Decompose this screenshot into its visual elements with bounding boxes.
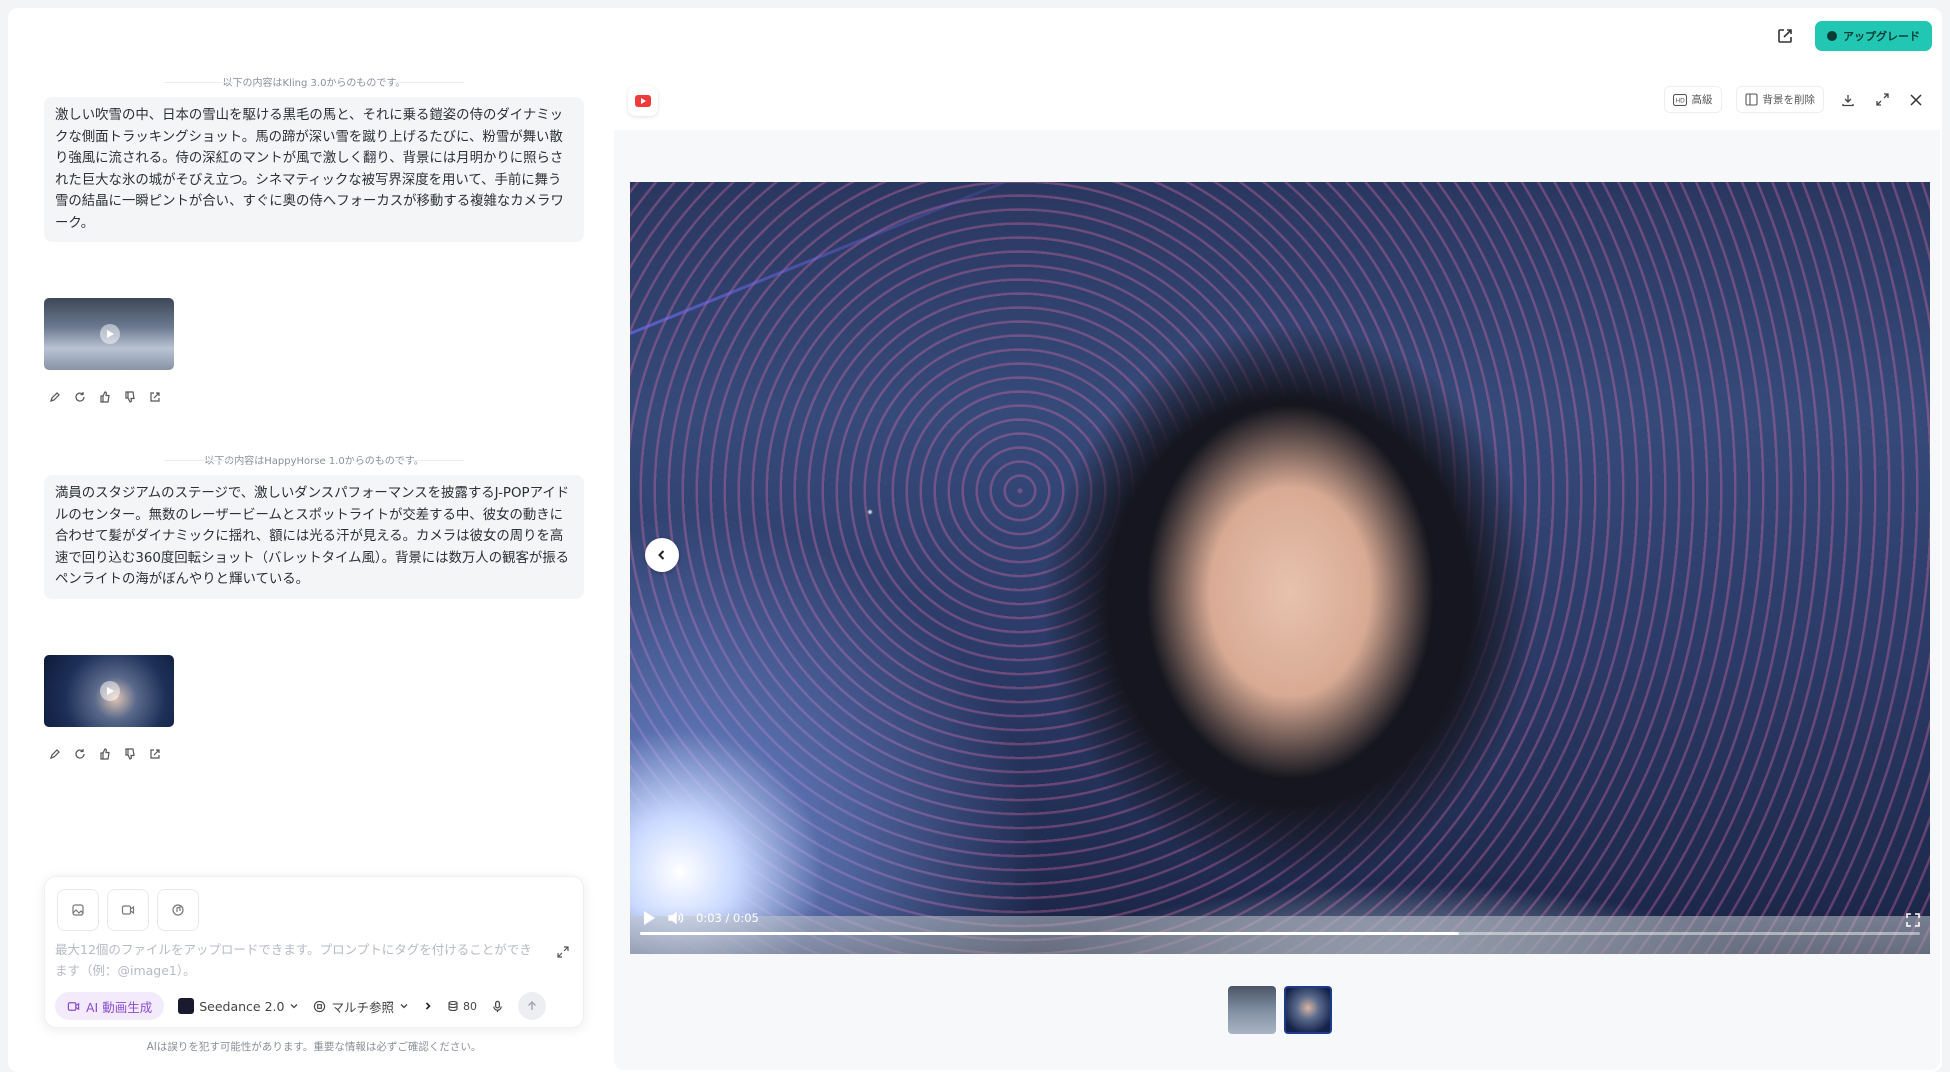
message-source: 以下の内容はHappyHorse 1.0からのものです。	[44, 452, 584, 467]
upgrade-label: アップグレード	[1843, 30, 1920, 43]
model-selector[interactable]: Seedance 2.0	[178, 998, 299, 1014]
microphone-button[interactable]	[491, 1000, 504, 1013]
controls-left: 0:03 / 0:05	[642, 910, 759, 926]
model-label: Seedance 2.0	[199, 998, 285, 1014]
seedance-logo-icon	[178, 998, 195, 1014]
play-icon	[100, 324, 120, 344]
prompt-text: 満員のスタジアムのステージで、激しいダンスパフォーマンスを披露するJ-POPアイ…	[44, 475, 584, 599]
video-thumbnail[interactable]	[44, 298, 174, 370]
video-viewer: HD 高級 背景を削除 0:03 / 0:05	[614, 72, 1940, 1070]
refresh-icon[interactable]	[73, 390, 87, 404]
upgrade-button[interactable]: アップグレード	[1815, 21, 1932, 51]
viewer-tools: HD 高級 背景を削除	[1663, 86, 1927, 113]
top-bar: アップグレード	[1769, 20, 1932, 52]
credits-indicator: 80	[447, 1000, 477, 1013]
prompt-text: 激しい吹雪の中、日本の雪山を駆ける黒毛の馬と、それに乗る鎧姿の侍のダイナミックな…	[44, 97, 584, 242]
share-icon[interactable]	[1769, 20, 1801, 52]
maximize-icon[interactable]	[1872, 90, 1892, 110]
hd-label: 高級	[1691, 94, 1713, 106]
arrow-up-icon	[527, 1001, 536, 1010]
share-icon[interactable]	[148, 747, 162, 761]
chevron-down-icon	[291, 1004, 298, 1009]
volume-icon[interactable]	[668, 911, 684, 925]
send-button[interactable]	[517, 992, 546, 1020]
video-icon	[67, 1001, 80, 1011]
thumbnail-samurai[interactable]	[1228, 986, 1276, 1034]
video-thumbnail[interactable]	[44, 654, 174, 727]
thumbs-up-icon[interactable]	[98, 390, 112, 404]
expand-icon[interactable]	[557, 943, 569, 962]
svg-text:HD: HD	[1675, 97, 1685, 104]
share-icon[interactable]	[148, 390, 162, 404]
play-icon	[100, 680, 120, 701]
reference-selector[interactable]: マルチ参照	[313, 997, 409, 1016]
message-actions	[48, 747, 584, 761]
disclaimer-text: AIは誤りを犯す可能性があります。重要な情報は必ずご確認ください。	[146, 1041, 482, 1053]
thumbnail-strip	[1228, 986, 1332, 1034]
message-block: 以下の内容はHappyHorse 1.0からのものです。 満員のスタジアムのステ…	[44, 452, 584, 761]
remove-background-label: 背景を削除	[1762, 94, 1816, 106]
prompt-input[interactable]: 最大12個のファイルをアップロードできます。プロンプトにタグを付けることができま…	[55, 939, 535, 981]
thumbs-up-icon[interactable]	[98, 747, 112, 761]
more-options-button[interactable]	[423, 1001, 433, 1011]
credits-value: 80	[462, 999, 477, 1013]
play-icon[interactable]	[642, 910, 656, 926]
hd-icon: HD	[1672, 93, 1687, 106]
remove-background-button[interactable]: 背景を削除	[1735, 86, 1824, 113]
video-frame	[630, 182, 1930, 954]
attachment-row	[57, 889, 199, 931]
database-icon	[448, 1000, 458, 1012]
message-source: 以下の内容はKling 3.0からのものです。	[44, 74, 584, 89]
hd-button[interactable]: HD 高級	[1663, 86, 1722, 113]
edit-icon[interactable]	[48, 747, 62, 761]
progress-fill	[640, 932, 1460, 935]
reference-icon	[314, 1000, 326, 1012]
message-actions	[48, 390, 584, 404]
chevron-left-icon	[658, 550, 665, 560]
image-upload-button[interactable]	[57, 889, 99, 931]
prompt-composer: 最大12個のファイルをアップロードできます。プロンプトにタグを付けることができま…	[44, 876, 584, 1028]
remove-background-icon	[1744, 93, 1758, 106]
youtube-icon	[635, 95, 651, 107]
fullscreen-icon[interactable]	[1906, 912, 1920, 931]
progress-bar[interactable]	[640, 932, 1920, 935]
audio-upload-button[interactable]	[157, 889, 199, 931]
chevron-right-icon	[425, 1002, 431, 1010]
edit-icon[interactable]	[48, 390, 62, 404]
microphone-icon	[493, 1000, 502, 1012]
app-window: アップグレード 以下の内容はKling 3.0からのものです。 激しい吹雪の中、…	[8, 8, 1942, 1072]
mode-label: AI 動画生成	[86, 999, 153, 1015]
time-display: 0:03 / 0:05	[696, 911, 759, 925]
video-player[interactable]: 0:03 / 0:05	[630, 182, 1930, 954]
thumbs-down-icon[interactable]	[123, 747, 137, 761]
thumbnail-idol-selected[interactable]	[1284, 986, 1332, 1034]
close-icon[interactable]	[1906, 90, 1926, 110]
composer-toolbar: AI 動画生成 Seedance 2.0 マルチ参照 80	[55, 992, 546, 1020]
video-controls: 0:03 / 0:05	[630, 906, 1930, 954]
thumbs-down-icon[interactable]	[123, 390, 137, 404]
previous-button[interactable]	[645, 538, 679, 572]
chat-panel: 以下の内容はKling 3.0からのものです。 激しい吹雪の中、日本の雪山を駆け…	[44, 74, 584, 761]
viewer-header: HD 高級 背景を削除	[614, 72, 1940, 130]
refresh-icon[interactable]	[73, 747, 87, 761]
youtube-button[interactable]	[628, 86, 658, 116]
message-block: 以下の内容はKling 3.0からのものです。 激しい吹雪の中、日本の雪山を駆け…	[44, 74, 584, 404]
chevron-down-icon	[400, 1004, 408, 1009]
download-icon[interactable]	[1838, 90, 1858, 110]
mode-selector[interactable]: AI 動画生成	[55, 992, 165, 1020]
video-upload-button[interactable]	[107, 889, 149, 931]
upgrade-icon	[1827, 31, 1837, 41]
reference-label: マルチ参照	[331, 999, 394, 1015]
